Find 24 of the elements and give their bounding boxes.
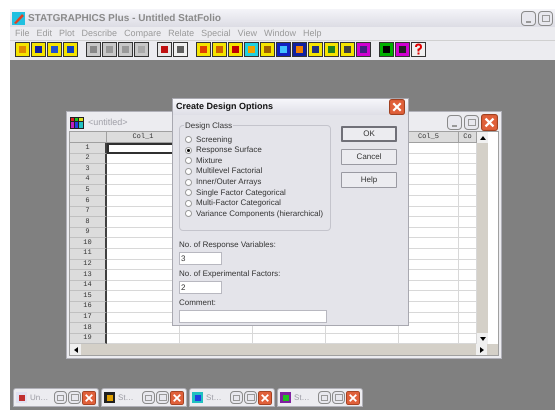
radio-option[interactable]: Single Factor Categorical <box>185 188 286 198</box>
dialog-button[interactable]: Cancel <box>341 149 397 165</box>
radio-option[interactable]: Multi-Factor Categorical <box>185 198 281 208</box>
radio-option[interactable]: Mixture <box>185 156 222 166</box>
window-title: St… <box>118 392 134 404</box>
radio-option[interactable]: Variance Components (hierarchical) <box>185 209 324 218</box>
window-title: St… <box>294 392 310 404</box>
input-field[interactable]: 3 <box>179 252 222 265</box>
field-label: Comment: <box>179 297 217 309</box>
window-title: Un… <box>30 392 48 404</box>
field-label: No. of Response Variables: <box>179 239 277 251</box>
window-title: <untitled> <box>88 116 128 129</box>
dialog-button[interactable]: OK <box>341 126 397 142</box>
group-title: Design Class <box>184 120 234 132</box>
window-title: STATGRAPHICS Plus - Untitled StatFolio <box>28 12 221 26</box>
dialog-title: Create Design Options <box>176 100 274 114</box>
radio-option[interactable]: Screening <box>185 135 232 144</box>
window-title: St… <box>206 392 222 404</box>
radio-option[interactable]: Inner/Outer Arrays <box>185 177 262 187</box>
input-field[interactable]: 2 <box>179 281 222 294</box>
radio-option[interactable]: Response Surface <box>185 146 262 155</box>
radio-option[interactable]: Multilevel Factorial <box>185 166 262 176</box>
dialog-button[interactable]: Help <box>341 172 397 188</box>
field-label: No. of Experimental Factors: <box>179 268 282 280</box>
